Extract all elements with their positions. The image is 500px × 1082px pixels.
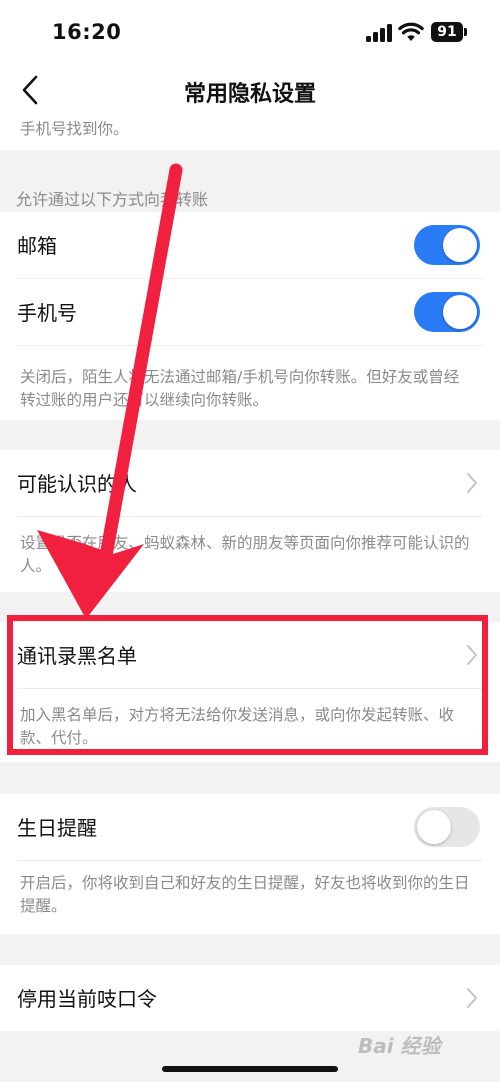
divider	[17, 860, 483, 861]
battery-tip	[464, 28, 467, 36]
wifi-icon	[398, 22, 424, 41]
chevron-right-icon	[467, 473, 477, 493]
phone-toggle[interactable]	[414, 292, 480, 332]
row-birthday-label: 生日提醒	[17, 816, 97, 840]
nav-bar: 常用隐私设置	[0, 64, 500, 116]
status-time: 16:20	[52, 20, 122, 44]
row-phone: 手机号	[0, 279, 500, 345]
transfer-desc: 关闭后，陌生人将无法通过邮箱/手机号向你转账。但好友或曾经转过账的用户还可以继续…	[20, 368, 460, 409]
home-indicator	[162, 1066, 338, 1072]
signal-icon	[366, 24, 392, 42]
battery-icon: 91	[431, 22, 463, 42]
row-passcode[interactable]: 停用当前吱口令	[0, 965, 500, 1031]
page-title: 常用隐私设置	[183, 82, 316, 107]
people-block: 可能认识的人 设置是否在朋友、蚂蚁森林、新的朋友等页面向你推荐可能认识的人。	[0, 450, 500, 592]
birthday-desc: 开启后，你将收到自己和好友的生日提醒，好友也将收到你的生日提醒。	[20, 874, 470, 915]
row-email-label: 邮箱	[17, 234, 57, 258]
chevron-right-icon	[467, 988, 477, 1008]
passcode-block: 停用当前吱口令	[0, 965, 500, 1031]
birthday-toggle[interactable]	[414, 807, 480, 847]
row-birthday: 生日提醒	[0, 794, 500, 860]
row-passcode-label: 停用当前吱口令	[17, 987, 157, 1011]
divider	[17, 345, 483, 346]
toggle-knob	[417, 810, 451, 844]
watermark: Bai 经验	[358, 1034, 441, 1058]
toggle-knob	[443, 228, 477, 262]
row-people-label: 可能认识的人	[17, 472, 137, 496]
top-desc: 手机号找到你。	[20, 120, 129, 138]
top-desc-block: 手机号找到你。	[0, 116, 500, 150]
transfer-group-label: 允许通过以下方式向我转账	[16, 190, 209, 209]
transfer-block: 邮箱 手机号 关闭后，陌生人将无法通过邮箱/手机号向你转账。但好友或曾经转过账的…	[0, 212, 500, 420]
divider	[17, 516, 483, 517]
row-phone-label: 手机号	[17, 301, 77, 325]
highlight-box	[7, 615, 488, 755]
row-email: 邮箱	[0, 212, 500, 278]
people-desc: 设置是否在朋友、蚂蚁森林、新的朋友等页面向你推荐可能认识的人。	[20, 534, 470, 575]
birthday-block: 生日提醒 开启后，你将收到自己和好友的生日提醒，好友也将收到你的生日提醒。	[0, 794, 500, 934]
toggle-knob	[443, 295, 477, 329]
email-toggle[interactable]	[414, 225, 480, 265]
row-people[interactable]: 可能认识的人	[0, 450, 500, 516]
status-bar: 16:20 91	[0, 0, 500, 64]
